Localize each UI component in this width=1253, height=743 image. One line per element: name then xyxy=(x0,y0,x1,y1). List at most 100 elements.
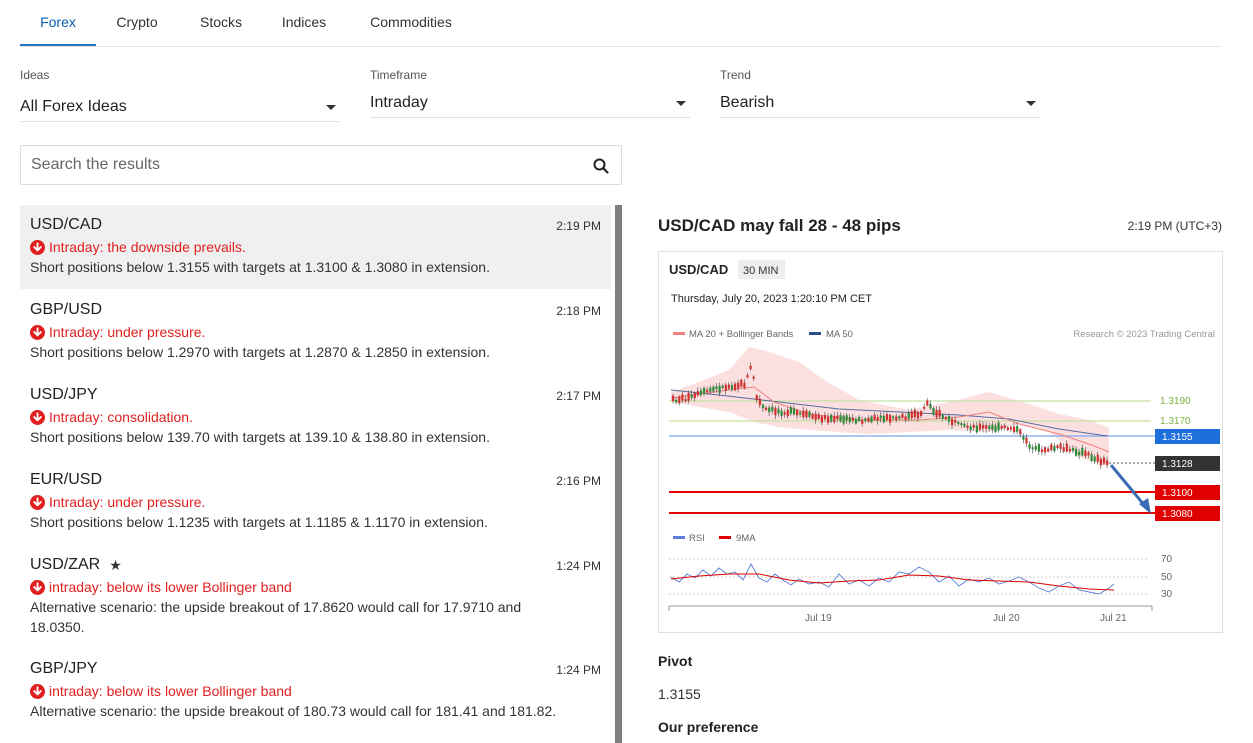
candle-body xyxy=(709,387,712,392)
candle-body xyxy=(885,414,889,420)
candle-body xyxy=(867,417,870,422)
chevron-down-icon xyxy=(326,105,336,110)
candle-body xyxy=(895,416,898,420)
candle-body xyxy=(1087,452,1090,456)
candle-body xyxy=(1034,446,1037,450)
bollinger-band-area xyxy=(671,347,1109,467)
candle-body xyxy=(690,394,693,398)
search-input[interactable] xyxy=(21,146,561,184)
item-pair: USD/CAD xyxy=(30,216,103,233)
candle-body xyxy=(1102,457,1106,464)
candle-body xyxy=(932,408,935,415)
candle-body xyxy=(985,425,988,429)
legend-ma50-label: MA 50 xyxy=(826,329,853,340)
list-item[interactable]: EUR/USD 2:16 PM Intraday: under pressure… xyxy=(20,460,611,544)
candle-body xyxy=(771,406,774,412)
candle-body xyxy=(696,391,699,396)
candle-body xyxy=(1050,444,1053,450)
candle-body xyxy=(916,411,920,419)
candle-body xyxy=(724,384,727,391)
tab-commodities[interactable]: Commodities xyxy=(363,0,459,46)
candle-body xyxy=(1099,458,1102,466)
candle-body xyxy=(789,407,792,414)
list-item[interactable]: USD/ZAR ★ 1:24 PM intraday: below its lo… xyxy=(20,545,611,649)
candle-body xyxy=(811,414,814,419)
candle-body xyxy=(1056,445,1059,449)
candle-body xyxy=(864,418,867,421)
price-chart[interactable]: USD/CAD 30 MIN Thursday, July 20, 2023 1… xyxy=(658,251,1223,633)
candle-body xyxy=(997,422,1000,431)
list-item[interactable]: USD/JPY 2:17 PM Intraday: consolidation.… xyxy=(20,375,611,459)
candle-body xyxy=(960,423,963,426)
star-icon[interactable]: ★ xyxy=(109,555,122,575)
list-item[interactable]: GBP/JPY 1:24 PM intraday: below its lowe… xyxy=(20,649,611,743)
candle-body xyxy=(1009,427,1013,430)
legend-ma20-label: MA 20 + Bollinger Bands xyxy=(689,329,794,340)
results-scrollbar[interactable] xyxy=(615,205,622,743)
candle-body xyxy=(786,409,789,417)
ideas-select[interactable]: All Forex Ideas xyxy=(20,90,340,122)
detail-title: USD/CAD may fall 28 - 48 pips xyxy=(658,216,901,235)
ideas-filter: Ideas All Forex Ideas xyxy=(20,68,340,122)
candle-body xyxy=(1006,427,1009,431)
candle-body xyxy=(873,414,876,420)
rsi-9ma-line xyxy=(670,573,1115,591)
ideas-select-value: All Forex Ideas xyxy=(20,98,127,115)
search-icon[interactable] xyxy=(593,158,609,174)
price-chart-svg: USD/CAD 30 MIN Thursday, July 20, 2023 1… xyxy=(668,260,1220,624)
candle-body xyxy=(842,415,845,424)
list-item[interactable]: GBP/USD 2:18 PM Intraday: under pressure… xyxy=(20,290,611,374)
x-axis-label-jul20: Jul 20 xyxy=(993,613,1020,624)
item-pair: USD/JPY xyxy=(30,386,98,403)
down-arrow-icon xyxy=(30,683,45,699)
candle-body xyxy=(1071,447,1075,451)
candle-body xyxy=(889,415,892,423)
candle-body xyxy=(1053,445,1056,452)
tab-stocks[interactable]: Stocks xyxy=(190,0,252,46)
candle-body xyxy=(712,386,715,392)
candle-body xyxy=(746,375,749,378)
item-time: 2:19 PM xyxy=(556,219,601,233)
candle-body xyxy=(845,415,848,421)
candle-body xyxy=(808,411,811,417)
tab-indices[interactable]: Indices xyxy=(273,0,335,46)
candle-body xyxy=(1059,443,1062,449)
list-item[interactable]: USD/CAD 2:19 PM Intraday: the downside p… xyxy=(20,205,611,289)
candle-body xyxy=(1075,449,1078,456)
preference-label: Our preference xyxy=(658,719,759,735)
trend-select[interactable]: Bearish xyxy=(720,90,1040,118)
candle-body xyxy=(678,396,681,404)
candle-body xyxy=(851,417,854,421)
level-label-1-3155: 1.3155 xyxy=(1162,432,1193,443)
asset-tabs: Forex Crypto Stocks Indices Commodities xyxy=(20,0,1222,47)
candle-body xyxy=(1078,451,1081,456)
tab-forex[interactable]: Forex xyxy=(20,0,96,46)
candle-body xyxy=(836,415,839,420)
rsi-label-30: 30 xyxy=(1161,589,1173,600)
timeframe-select-value: Intraday xyxy=(370,94,428,111)
candle-body xyxy=(1019,429,1022,435)
candle-body xyxy=(839,415,842,422)
candle-body xyxy=(681,394,684,401)
candle-body xyxy=(1106,460,1109,465)
candle-body xyxy=(938,409,941,417)
candle-body xyxy=(761,404,765,409)
candle-body xyxy=(737,382,740,389)
candle-body xyxy=(792,408,796,415)
item-time: 2:18 PM xyxy=(556,304,601,318)
item-time: 2:17 PM xyxy=(556,389,601,403)
item-trend-text: Intraday: under pressure. xyxy=(49,324,206,340)
candle-body xyxy=(777,408,780,414)
candle-body xyxy=(675,399,678,403)
x-axis-label-jul21: Jul 21 xyxy=(1100,613,1127,624)
candle-body xyxy=(765,407,768,411)
tab-crypto[interactable]: Crypto xyxy=(106,0,168,46)
timeframe-select[interactable]: Intraday xyxy=(370,90,690,118)
ideas-filter-label: Ideas xyxy=(20,68,50,82)
candle-body xyxy=(749,365,752,370)
candle-body xyxy=(715,386,718,390)
item-pair: EUR/USD xyxy=(30,471,103,488)
candle-body xyxy=(752,376,755,379)
candle-body xyxy=(1000,425,1003,429)
candle-body xyxy=(1084,450,1087,457)
